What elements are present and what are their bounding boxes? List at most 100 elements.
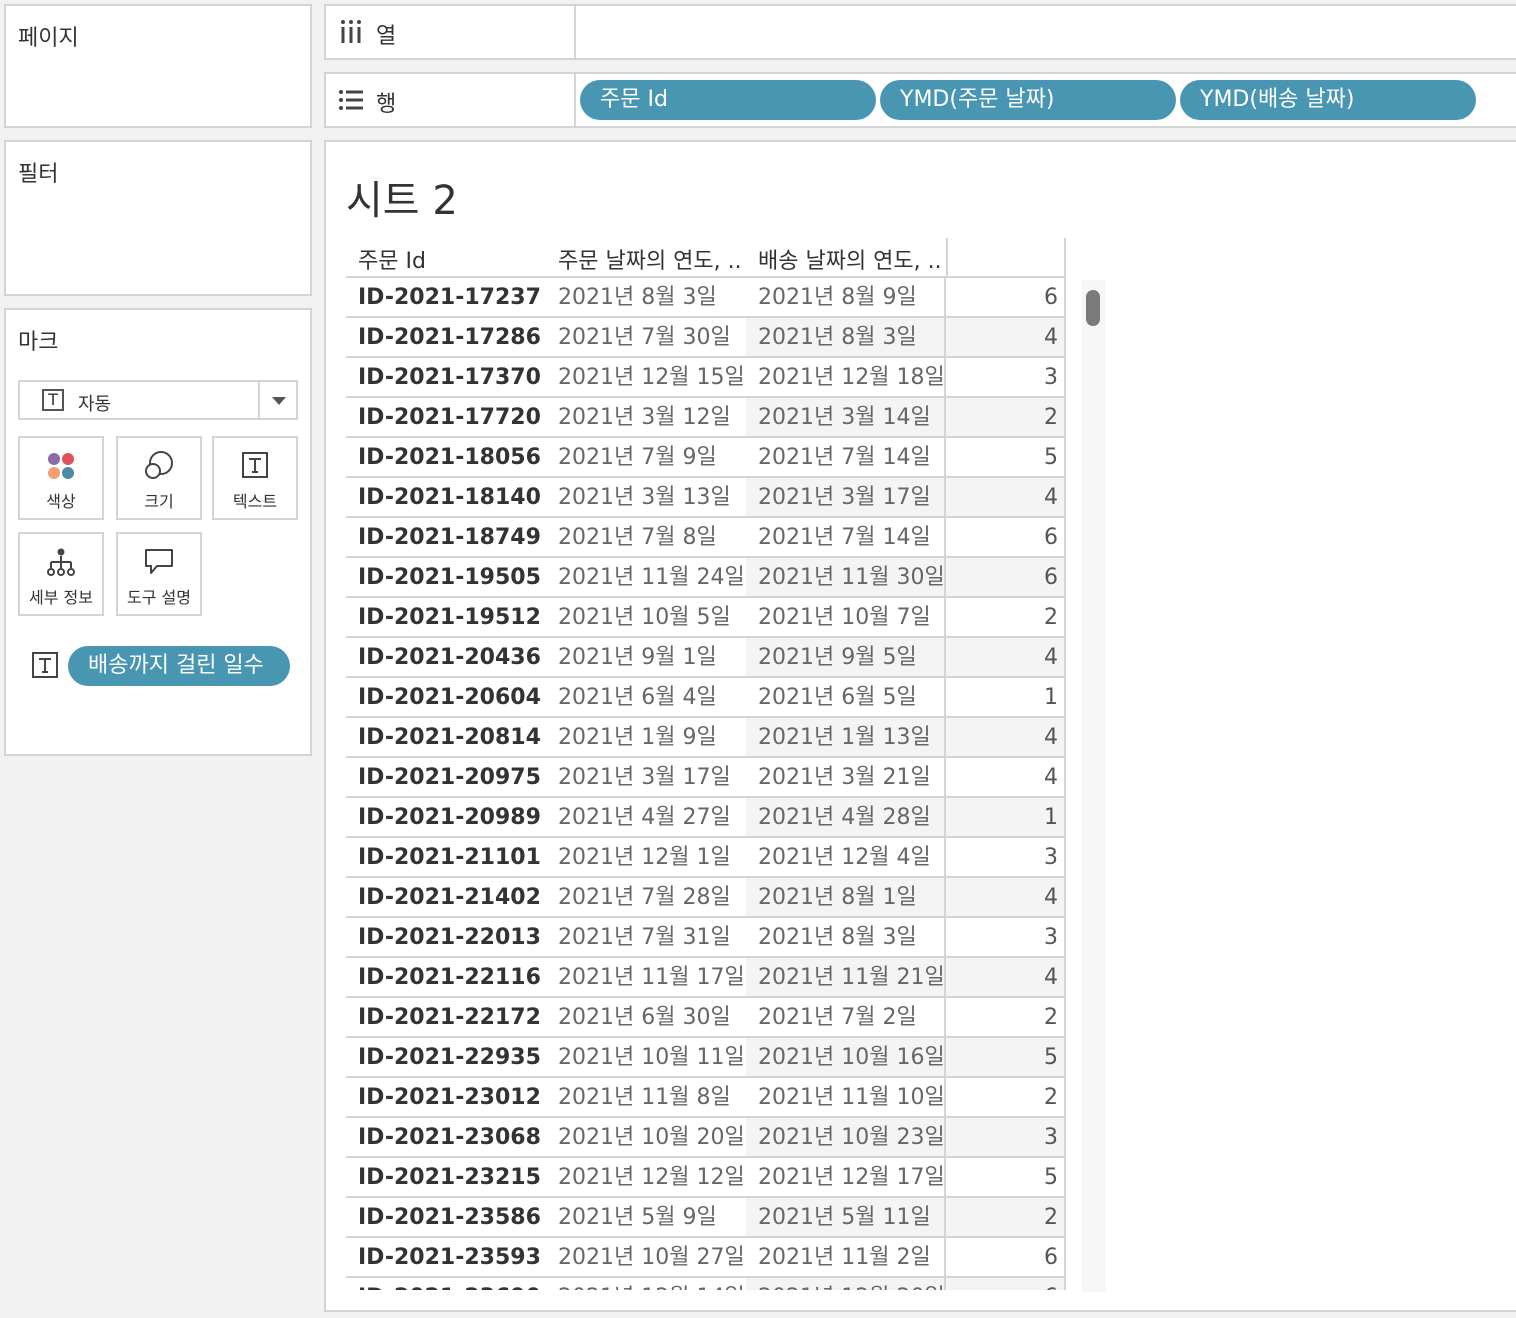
order-id-cell[interactable]: ID-2021-18749 (346, 518, 546, 558)
pages-card[interactable]: 페이지 (4, 4, 312, 128)
order-id-cell[interactable]: ID-2021-18140 (346, 478, 546, 518)
table-row[interactable]: ID-2021-17286 2021년 7월 30일 2021년 8월 3일 4 (346, 318, 1066, 358)
order-id-cell[interactable]: ID-2021-23215 (346, 1158, 546, 1198)
ship-date-cell[interactable]: 2021년 3월 17일 (746, 478, 946, 518)
shipping-days-cell[interactable]: 3 (946, 918, 1066, 958)
order-date-cell[interactable]: 2021년 10월 20일 (546, 1118, 746, 1158)
order-date-cell[interactable]: 2021년 7월 30일 (546, 318, 746, 358)
order-date-cell[interactable]: 2021년 7월 8일 (546, 518, 746, 558)
shipping-days-cell[interactable]: 3 (946, 1118, 1066, 1158)
header-order-id[interactable]: 주문 Id (346, 238, 546, 278)
detail-button[interactable]: 세부 정보 (18, 532, 104, 616)
ship-date-cell[interactable]: 2021년 10월 7일 (746, 598, 946, 638)
ship-date-cell[interactable]: 2021년 7월 2일 (746, 998, 946, 1038)
ship-date-cell[interactable]: 2021년 4월 28일 (746, 798, 946, 838)
order-date-cell[interactable]: 2021년 6월 4일 (546, 678, 746, 718)
order-id-cell[interactable]: ID-2021-19512 (346, 598, 546, 638)
shipping-days-cell[interactable]: 5 (946, 1038, 1066, 1078)
order-id-cell[interactable]: ID-2021-22116 (346, 958, 546, 998)
rows-shelf[interactable]: 행 주문 Id YMD(주문 날짜) YMD(배송 날짜) (324, 72, 1516, 128)
order-id-cell[interactable]: ID-2021-19505 (346, 558, 546, 598)
order-date-cell[interactable]: 2021년 12월 1일 (546, 838, 746, 878)
shipping-days-cell[interactable]: 1 (946, 798, 1066, 838)
shipping-days-cell[interactable]: 3 (946, 358, 1066, 398)
order-date-cell[interactable]: 2021년 12월 15일 (546, 358, 746, 398)
ship-date-cell[interactable]: 2021년 3월 14일 (746, 398, 946, 438)
order-date-cell[interactable]: 2021년 10월 11일 (546, 1038, 746, 1078)
table-row[interactable]: ID-2021-21101 2021년 12월 1일 2021년 12월 4일 3 (346, 838, 1066, 878)
shipping-days-cell[interactable]: 4 (946, 718, 1066, 758)
shipping-days-cell[interactable]: 4 (946, 958, 1066, 998)
order-id-cell[interactable]: ID-2021-21402 (346, 878, 546, 918)
table-row[interactable]: ID-2021-20814 2021년 1월 9일 2021년 1월 13일 4 (346, 718, 1066, 758)
order-id-cell[interactable]: ID-2021-22172 (346, 998, 546, 1038)
ship-date-cell[interactable]: 2021년 8월 3일 (746, 318, 946, 358)
order-date-cell[interactable]: 2021년 3월 17일 (546, 758, 746, 798)
order-date-cell[interactable]: 2021년 10월 27일 (546, 1238, 746, 1278)
order-id-cell[interactable]: ID-2021-17720 (346, 398, 546, 438)
ship-date-cell[interactable]: 2021년 6월 5일 (746, 678, 946, 718)
shipping-days-cell[interactable]: 1 (946, 678, 1066, 718)
shipping-days-cell[interactable]: 6 (946, 558, 1066, 598)
mark-type-dropdown[interactable]: T 자동 (18, 380, 298, 420)
order-id-cell[interactable]: ID-2021-23068 (346, 1118, 546, 1158)
table-row[interactable]: ID-2021-17720 2021년 3월 12일 2021년 3월 14일 2 (346, 398, 1066, 438)
shipping-days-cell[interactable]: 4 (946, 478, 1066, 518)
ship-date-cell[interactable]: 2021년 9월 5일 (746, 638, 946, 678)
table-row[interactable]: ID-2021-22172 2021년 6월 30일 2021년 7월 2일 2 (346, 998, 1066, 1038)
table-row[interactable]: ID-2021-21402 2021년 7월 28일 2021년 8월 1일 4 (346, 878, 1066, 918)
table-row[interactable]: ID-2021-20989 2021년 4월 27일 2021년 4월 28일 1 (346, 798, 1066, 838)
ship-date-cell[interactable]: 2021년 12월 18일 (746, 358, 946, 398)
header-order-date[interactable]: 주문 날짜의 연도, .. (546, 238, 746, 278)
table-row[interactable]: ID-2021-19505 2021년 11월 24일 2021년 11월 30일 6 (346, 558, 1066, 598)
order-id-cell[interactable]: ID-2021-17237 (346, 278, 546, 318)
row-pill-order-date[interactable]: YMD(주문 날짜) (880, 80, 1176, 120)
order-id-cell[interactable]: ID-2021-20975 (346, 758, 546, 798)
order-date-cell[interactable]: 2021년 7월 31일 (546, 918, 746, 958)
order-date-cell[interactable]: 2021년 3월 13일 (546, 478, 746, 518)
table-row[interactable]: ID-2021-23593 2021년 10월 27일 2021년 11월 2일 6 (346, 1238, 1066, 1278)
shipping-days-cell[interactable]: 5 (946, 438, 1066, 478)
ship-date-cell[interactable]: 2021년 3월 21일 (746, 758, 946, 798)
ship-date-cell[interactable]: 2021년 7월 14일 (746, 518, 946, 558)
shipping-days-cell[interactable]: 6 (946, 1238, 1066, 1278)
order-date-cell[interactable]: 2021년 11월 8일 (546, 1078, 746, 1118)
table-row[interactable]: ID-2021-23012 2021년 11월 8일 2021년 11월 10일 2 (346, 1078, 1066, 1118)
ship-date-cell[interactable]: 2021년 5월 11일 (746, 1198, 946, 1238)
table-row[interactable]: ID-2021-19512 2021년 10월 5일 2021년 10월 7일 2 (346, 598, 1066, 638)
table-row[interactable]: ID-2021-17237 2021년 8월 3일 2021년 8월 9일 6 (346, 278, 1066, 318)
order-date-cell[interactable]: 2021년 6월 30일 (546, 998, 746, 1038)
order-date-cell[interactable]: 2021년 12월 14일 (546, 1278, 746, 1290)
ship-date-cell[interactable]: 2021년 10월 23일 (746, 1118, 946, 1158)
ship-date-cell[interactable]: 2021년 8월 1일 (746, 878, 946, 918)
ship-date-cell[interactable]: 2021년 8월 3일 (746, 918, 946, 958)
ship-date-cell[interactable]: 2021년 11월 21일 (746, 958, 946, 998)
table-row[interactable]: ID-2021-22935 2021년 10월 11일 2021년 10월 16일 5 (346, 1038, 1066, 1078)
shipping-days-cell[interactable]: 4 (946, 318, 1066, 358)
ship-date-cell[interactable]: 2021년 11월 10일 (746, 1078, 946, 1118)
table-row[interactable]: ID-2021-23586 2021년 5월 9일 2021년 5월 11일 2 (346, 1198, 1066, 1238)
order-date-cell[interactable]: 2021년 4월 27일 (546, 798, 746, 838)
shipping-days-cell[interactable]: 6 (946, 278, 1066, 318)
order-date-cell[interactable]: 2021년 1월 9일 (546, 718, 746, 758)
order-date-cell[interactable]: 2021년 8월 3일 (546, 278, 746, 318)
shipping-days-cell[interactable]: 2 (946, 598, 1066, 638)
row-pill-ship-date[interactable]: YMD(배송 날짜) (1180, 80, 1476, 120)
table-row[interactable]: ID-2021-17370 2021년 12월 15일 2021년 12월 18일 3 (346, 358, 1066, 398)
tooltip-button[interactable]: 도구 설명 (116, 532, 202, 616)
ship-date-cell[interactable]: 2021년 8월 9일 (746, 278, 946, 318)
color-button[interactable]: 색상 (18, 436, 104, 520)
ship-date-cell[interactable]: 2021년 12월 20일 (746, 1278, 946, 1290)
table-row[interactable]: ID-2021-18749 2021년 7월 8일 2021년 7월 14일 6 (346, 518, 1066, 558)
order-id-cell[interactable]: ID-2021-22935 (346, 1038, 546, 1078)
shipping-days-cell[interactable]: 5 (946, 1158, 1066, 1198)
order-id-cell[interactable]: ID-2021-17286 (346, 318, 546, 358)
order-date-cell[interactable]: 2021년 3월 12일 (546, 398, 746, 438)
shipping-days-cell[interactable]: 2 (946, 1078, 1066, 1118)
order-id-cell[interactable]: ID-2021-23012 (346, 1078, 546, 1118)
table-row[interactable]: ID-2021-22116 2021년 11월 17일 2021년 11월 21일 4 (346, 958, 1066, 998)
header-ship-date[interactable]: 배송 날짜의 연도, .. (746, 238, 946, 278)
ship-date-cell[interactable]: 2021년 11월 2일 (746, 1238, 946, 1278)
text-field-pill[interactable]: 배송까지 걸린 일수 (68, 646, 290, 686)
order-id-cell[interactable]: ID-2021-20436 (346, 638, 546, 678)
